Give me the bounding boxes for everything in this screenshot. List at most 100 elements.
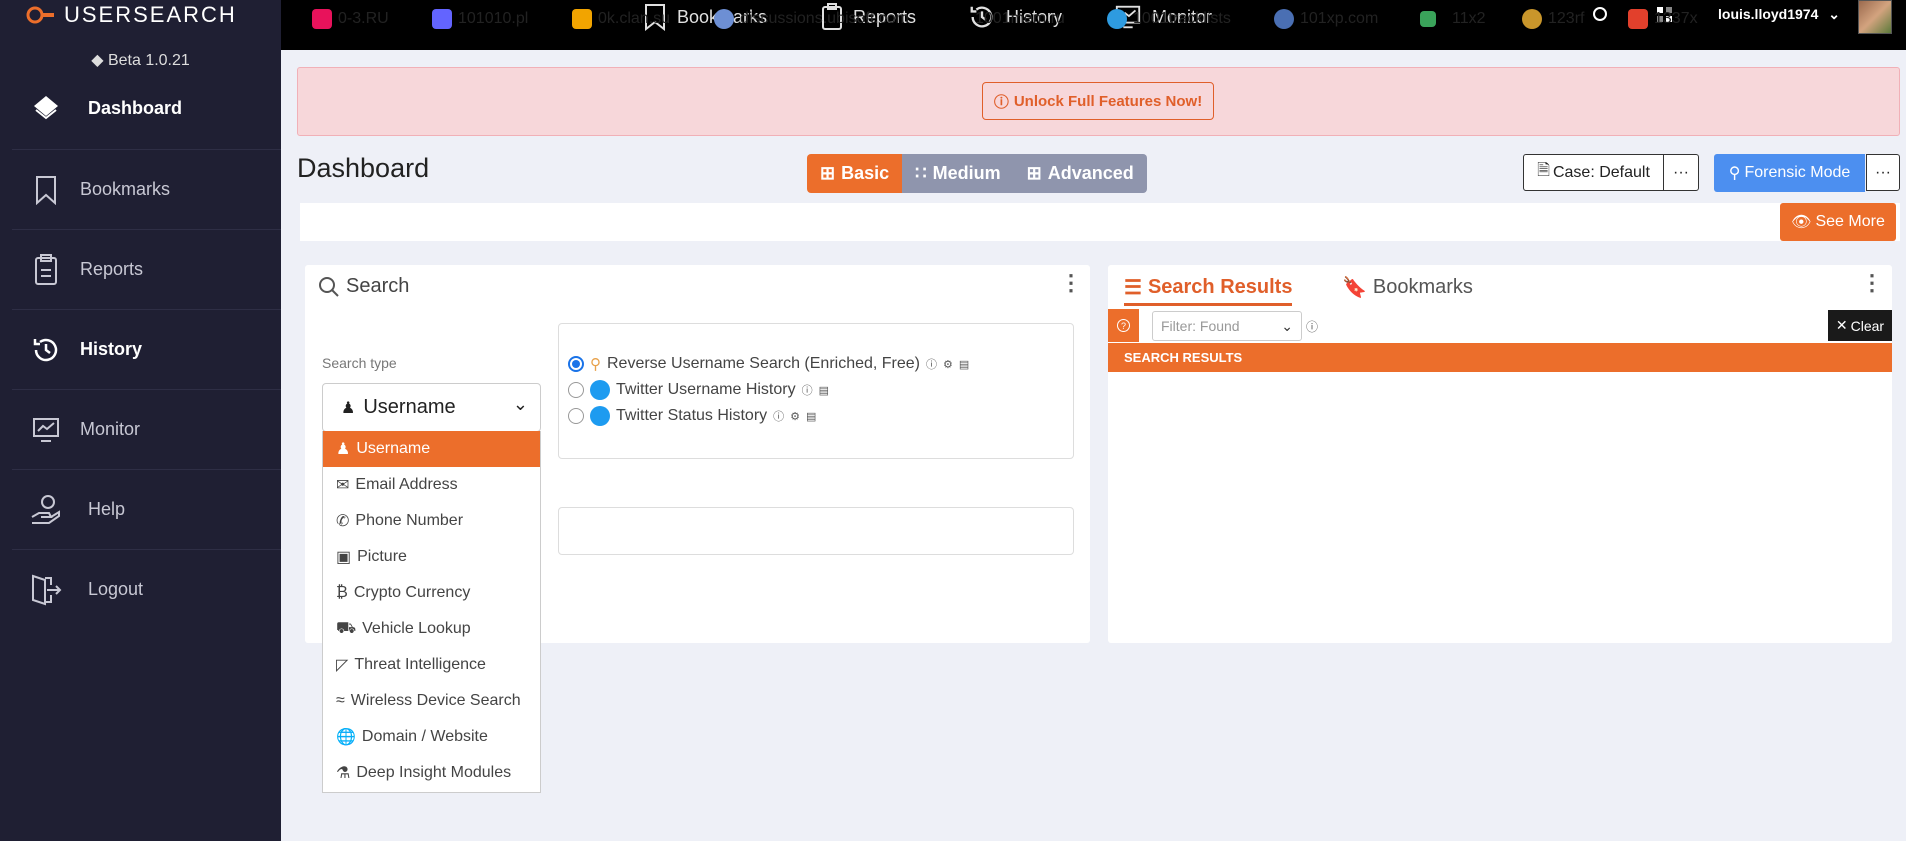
search-type-option[interactable]: ♟ Username bbox=[323, 431, 540, 467]
help-icon[interactable]: ⓘ bbox=[773, 408, 784, 424]
search-option[interactable]: ⚲ Reverse Username Search (Enriched, Fre… bbox=[568, 353, 969, 375]
see-more-button[interactable]: 👁 See More bbox=[1780, 203, 1896, 241]
option-label: Phone Number bbox=[355, 512, 464, 529]
username: louis.lloyd1974 bbox=[1718, 6, 1819, 22]
case-more-button[interactable]: ··· bbox=[1663, 154, 1699, 191]
search-type-option[interactable]: ≈ Wireless Device Search bbox=[323, 683, 540, 719]
option-label: Vehicle Lookup bbox=[362, 620, 471, 637]
history-icon bbox=[26, 330, 66, 370]
help-icon[interactable]: ⓘ bbox=[926, 356, 937, 372]
radio-button[interactable] bbox=[568, 382, 584, 398]
sidebar-item-dashboard[interactable]: Dashboard bbox=[12, 68, 281, 148]
mode-label: Basic bbox=[841, 163, 890, 183]
search-type-option[interactable]: ✆ Phone Number bbox=[323, 503, 540, 539]
sidebar-item-monitor[interactable]: Monitor bbox=[12, 389, 281, 469]
sidebar-item-bookmarks[interactable]: Bookmarks bbox=[12, 149, 281, 229]
forensic-label: Forensic Mode bbox=[1744, 164, 1851, 181]
forensic-mode-button[interactable]: ⚲ Forensic Mode bbox=[1714, 154, 1865, 192]
help-icon[interactable]: ⓘ bbox=[1306, 318, 1318, 335]
site-name: 11x2 bbox=[1452, 10, 1486, 27]
search-icon[interactable] bbox=[1592, 6, 1610, 24]
mode-basic-button[interactable]: ⊞ Basic bbox=[807, 154, 903, 193]
search-type-option[interactable]: ▣ Picture bbox=[323, 539, 540, 575]
globe-icon: 🌐 bbox=[336, 729, 356, 746]
wifi-icon: ≈ bbox=[336, 692, 345, 709]
search-type-option[interactable]: 🌐 Domain / Website bbox=[323, 719, 540, 755]
option-label: Reverse Username Search (Enriched, Free) bbox=[607, 355, 921, 372]
app-logo[interactable]: USERSEARCH bbox=[26, 2, 237, 28]
sidebar-item-label: Monitor bbox=[80, 419, 141, 439]
clear-label: Clear bbox=[1850, 317, 1885, 334]
sidebar-item-help[interactable]: Help bbox=[12, 469, 281, 549]
page-title: Dashboard bbox=[297, 153, 430, 183]
save-icon: ▤ bbox=[818, 384, 829, 397]
flask-icon: ⚗ bbox=[336, 765, 351, 782]
radio-button[interactable] bbox=[568, 356, 584, 372]
avatar[interactable] bbox=[1858, 0, 1892, 34]
close-icon: ✕ bbox=[1835, 317, 1848, 333]
site-name: 101xp.com bbox=[1300, 10, 1379, 27]
search-option[interactable]: Twitter Status History ⓘ ⚙ ▤ bbox=[568, 405, 816, 427]
radio-button[interactable] bbox=[568, 408, 584, 424]
search-input[interactable] bbox=[558, 507, 1074, 555]
unlock-features-button[interactable]: ⓘ Unlock Full Features Now! bbox=[982, 82, 1214, 120]
site-chip[interactable]: 123rf bbox=[1522, 0, 1584, 38]
sidebar-item-reports[interactable]: Reports bbox=[12, 229, 281, 309]
forensic-more-button[interactable]: ··· bbox=[1866, 154, 1900, 191]
option-label: Username bbox=[356, 440, 431, 457]
help-icon[interactable]: ⓘ bbox=[802, 382, 813, 398]
site-chip[interactable]: 11x2 bbox=[1420, 0, 1486, 38]
mode-medium-button[interactable]: ∷ Medium bbox=[902, 154, 1014, 193]
site-chip[interactable]: 1001tracklists bbox=[1107, 0, 1231, 38]
search-type-option[interactable]: ◸ Threat Intelligence bbox=[323, 647, 540, 683]
sidebar-item-history[interactable]: History bbox=[12, 309, 281, 389]
search-panel-menu-icon[interactable]: ⋮ bbox=[1060, 272, 1082, 294]
site-icon bbox=[714, 9, 734, 29]
sidebar: USERSEARCH ◆ Beta 1.0.21 Dashboard Bookm… bbox=[0, 0, 281, 841]
save-icon: ▤ bbox=[806, 410, 817, 423]
clear-button[interactable]: ✕ Clear bbox=[1828, 310, 1892, 341]
search-type-dropdown: ♟ Username ✉ Email Address ✆ Phone Number ▣… bbox=[322, 431, 541, 793]
search-results-header: SEARCH RESULTS bbox=[1108, 343, 1892, 372]
mode-advanced-button[interactable]: ⊞ Advanced bbox=[1013, 154, 1147, 193]
twitter-icon bbox=[590, 406, 610, 426]
layers-icon bbox=[26, 88, 66, 128]
site-chip[interactable]: 101010.pl bbox=[432, 0, 528, 38]
site-icon bbox=[572, 9, 592, 29]
search-type-option[interactable]: ⚗ Deep Insight Modules bbox=[323, 755, 540, 791]
results-panel-menu-icon[interactable]: ⋮ bbox=[1861, 272, 1883, 294]
search-type-select[interactable]: ♟ Username ⌄ bbox=[322, 383, 541, 432]
mode-switcher: ⊞ Basic ∷ Medium ⊞ Advanced bbox=[807, 154, 1147, 193]
sidebar-item-logout[interactable]: Logout bbox=[12, 549, 281, 629]
filter-select[interactable]: Filter: Found ⌄ bbox=[1152, 311, 1302, 341]
tab-bookmarks[interactable]: 🔖 Bookmarks bbox=[1342, 275, 1473, 300]
case-button[interactable]: 🗎 Case: Default bbox=[1523, 154, 1664, 191]
search-type-option[interactable]: ₿ Crypto Currency bbox=[323, 575, 540, 611]
site-chip[interactable]: 1001mem.ru bbox=[949, 0, 1065, 38]
option-label: Wireless Device Search bbox=[350, 692, 521, 709]
sidebar-item-label: Dashboard bbox=[88, 97, 183, 118]
question-icon[interactable]: ? bbox=[1108, 309, 1139, 342]
site-chip[interactable]: 0-3.RU bbox=[312, 0, 389, 38]
site-chip[interactable]: 101xp.com bbox=[1274, 0, 1378, 38]
logo-icon bbox=[26, 6, 54, 24]
option-label: Deep Insight Modules bbox=[356, 764, 512, 781]
option-label: Picture bbox=[357, 548, 407, 565]
search-type-option[interactable]: ⛟ Vehicle Lookup bbox=[323, 611, 540, 647]
search-type-option[interactable]: ✉ Email Address bbox=[323, 467, 540, 503]
site-chip[interactable]: 1337x bbox=[1628, 0, 1698, 38]
search-option[interactable]: Twitter Username History ⓘ ▤ bbox=[568, 379, 829, 401]
option-label: Threat Intelligence bbox=[354, 656, 486, 673]
option-label: Twitter Status History bbox=[616, 407, 768, 424]
tab-search-results[interactable]: ☰ Search Results bbox=[1124, 275, 1293, 306]
phone-icon: ✆ bbox=[336, 513, 350, 530]
gear-icon: ⚙ bbox=[943, 358, 953, 371]
user-menu[interactable]: louis.lloyd1974 ⌄ bbox=[1718, 6, 1840, 23]
filter-value: Filter: Found bbox=[1161, 318, 1240, 334]
chevron-down-icon: ⌄ bbox=[1828, 6, 1840, 22]
tab-label: Bookmarks bbox=[1372, 276, 1473, 298]
site-chip[interactable]: 0k.clan.su bbox=[572, 0, 670, 38]
site-icon bbox=[1420, 11, 1436, 27]
site-chip[interactable]: discussions.ubisoft.com bbox=[714, 0, 909, 38]
eye-icon: 👁 bbox=[1791, 214, 1812, 231]
